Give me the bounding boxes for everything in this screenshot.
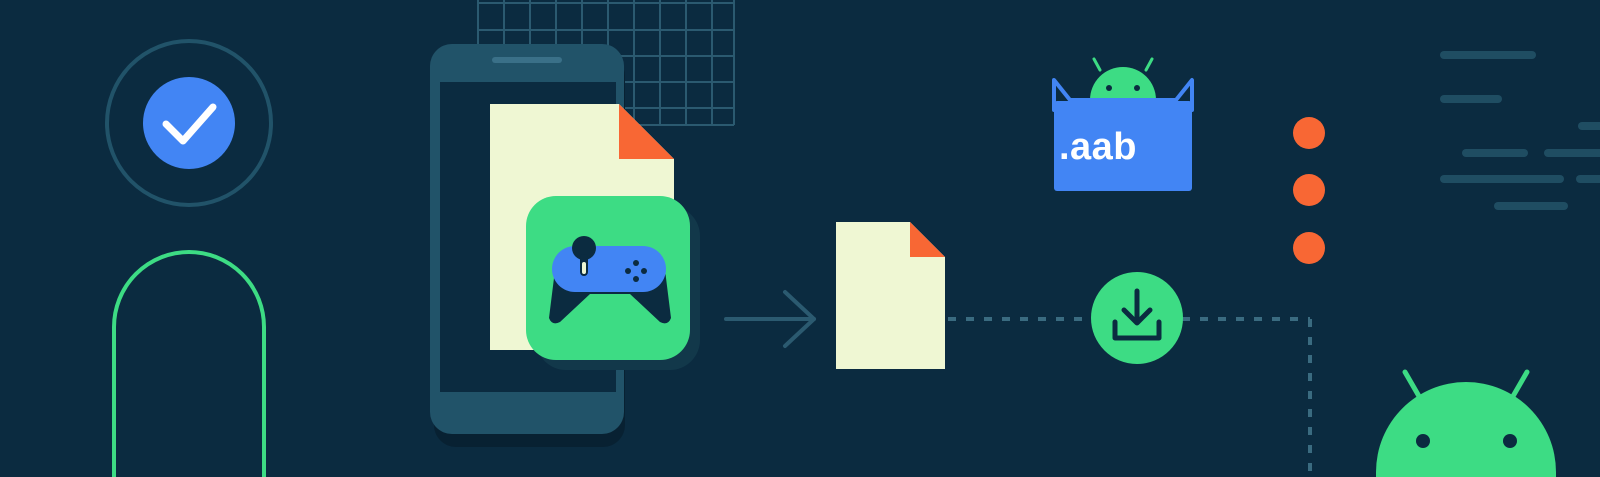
verified-badge [105,39,273,207]
arch-outline [112,250,266,477]
download-badge [1091,272,1183,364]
progress-dots [1293,117,1325,264]
android-icon [1376,369,1556,477]
aab-label: .aab [1058,126,1138,168]
banner-illustration: .aab [0,0,1600,477]
game-app-icon [526,196,700,370]
android-head-small [1090,57,1156,100]
output-document-icon [836,222,945,369]
code-lines [1440,51,1600,210]
aab-bundle-box [1052,57,1194,191]
arrow-right-icon [724,290,816,348]
